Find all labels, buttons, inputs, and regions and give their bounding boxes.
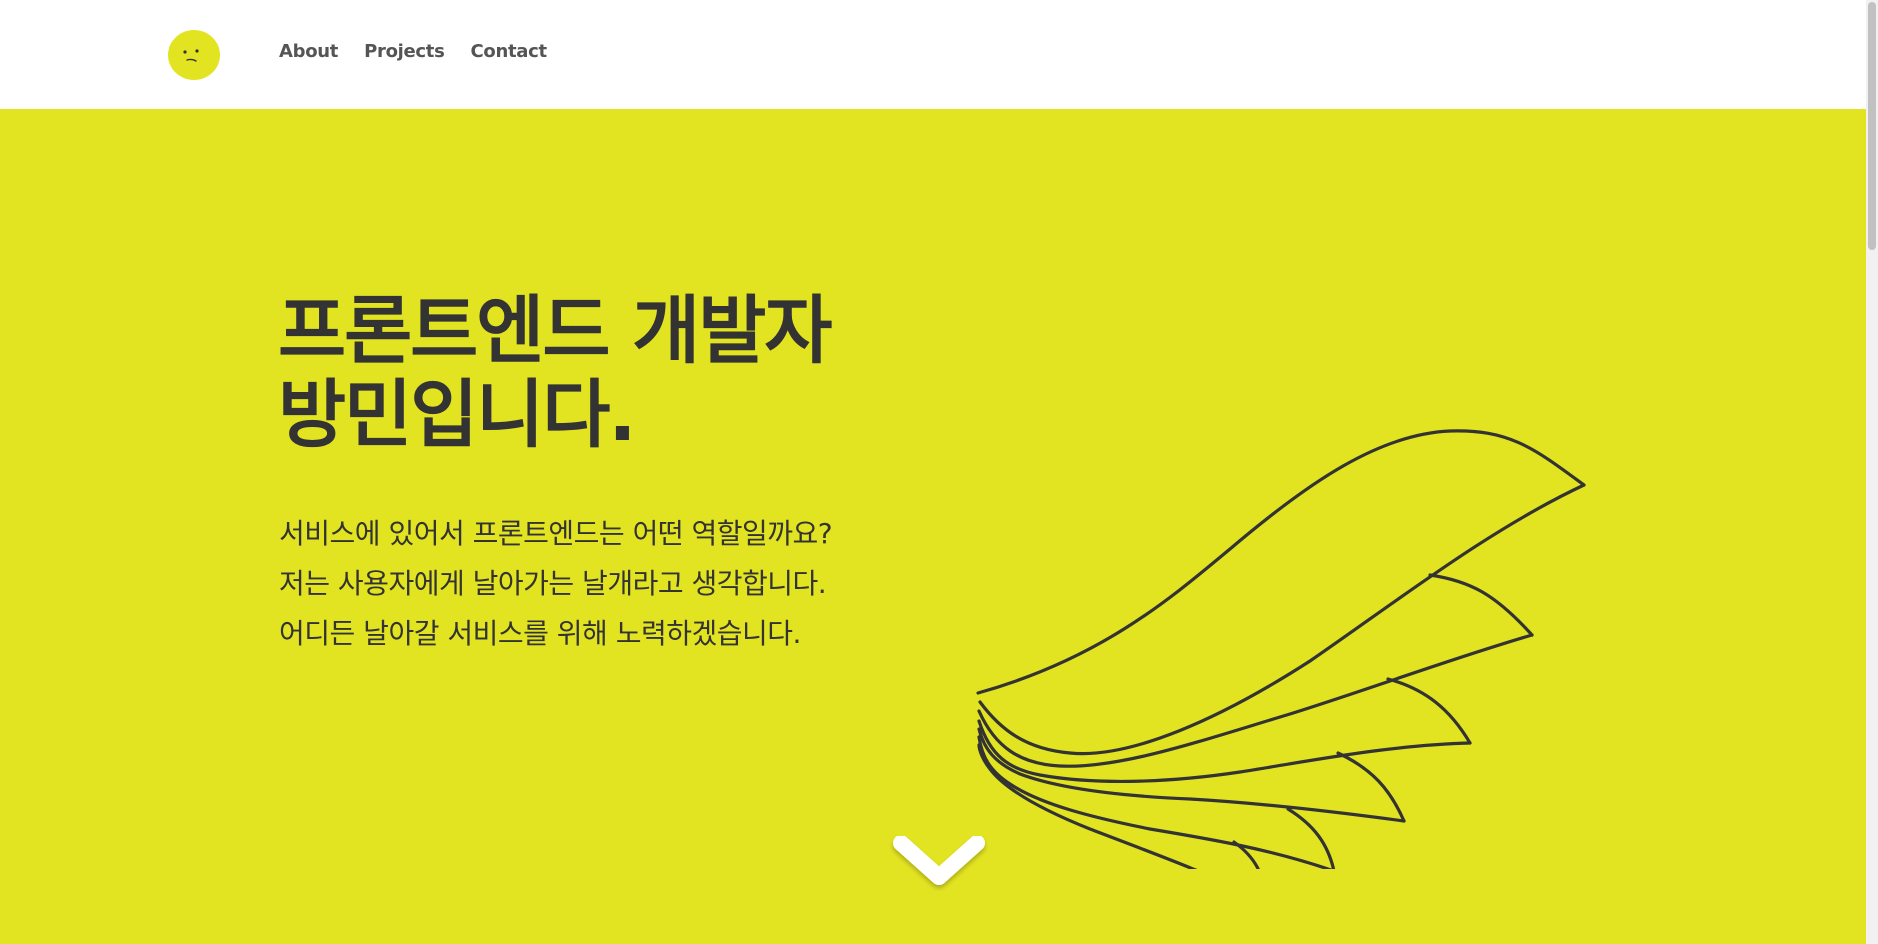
scrollbar-thumb[interactable]	[1868, 2, 1876, 250]
nav-about[interactable]: About	[279, 41, 338, 62]
logo-button[interactable]	[168, 30, 220, 80]
hero-section: 프론트엔드 개발자 방민입니다. 서비스에 있어서 프론트엔드는 어떤 역할일까…	[0, 109, 1866, 944]
hero-description-line-2: 저는 사용자에게 날아가는 날개라고 생각합니다.	[279, 567, 827, 600]
nav-contact[interactable]: Contact	[471, 41, 548, 62]
hero-description-line-3: 어디든 날아갈 서비스를 위해 노력하겠습니다.	[279, 617, 801, 650]
hero-description: 서비스에 있어서 프론트엔드는 어떤 역할일까요? 저는 사용자에게 날아가는 …	[279, 509, 999, 659]
confused-face-icon	[183, 49, 199, 62]
wing-icon	[976, 429, 1586, 869]
hero-title-line-2: 방민입니다.	[278, 372, 637, 458]
main-nav: About Projects Contact	[279, 41, 573, 62]
hero-description-line-1: 서비스에 있어서 프론트엔드는 어떤 역할일까요?	[279, 517, 833, 550]
chevron-down-icon[interactable]	[889, 829, 989, 899]
nav-projects[interactable]: Projects	[364, 41, 445, 62]
hero-title: 프론트엔드 개발자 방민입니다.	[278, 289, 998, 457]
page-scrollbar[interactable]	[1866, 0, 1878, 944]
page: About Projects Contact 프론트엔드 개발자 방민입니다. …	[0, 0, 1878, 944]
hero-title-line-1: 프론트엔드 개발자	[278, 288, 832, 374]
site-header: About Projects Contact	[0, 0, 1866, 109]
